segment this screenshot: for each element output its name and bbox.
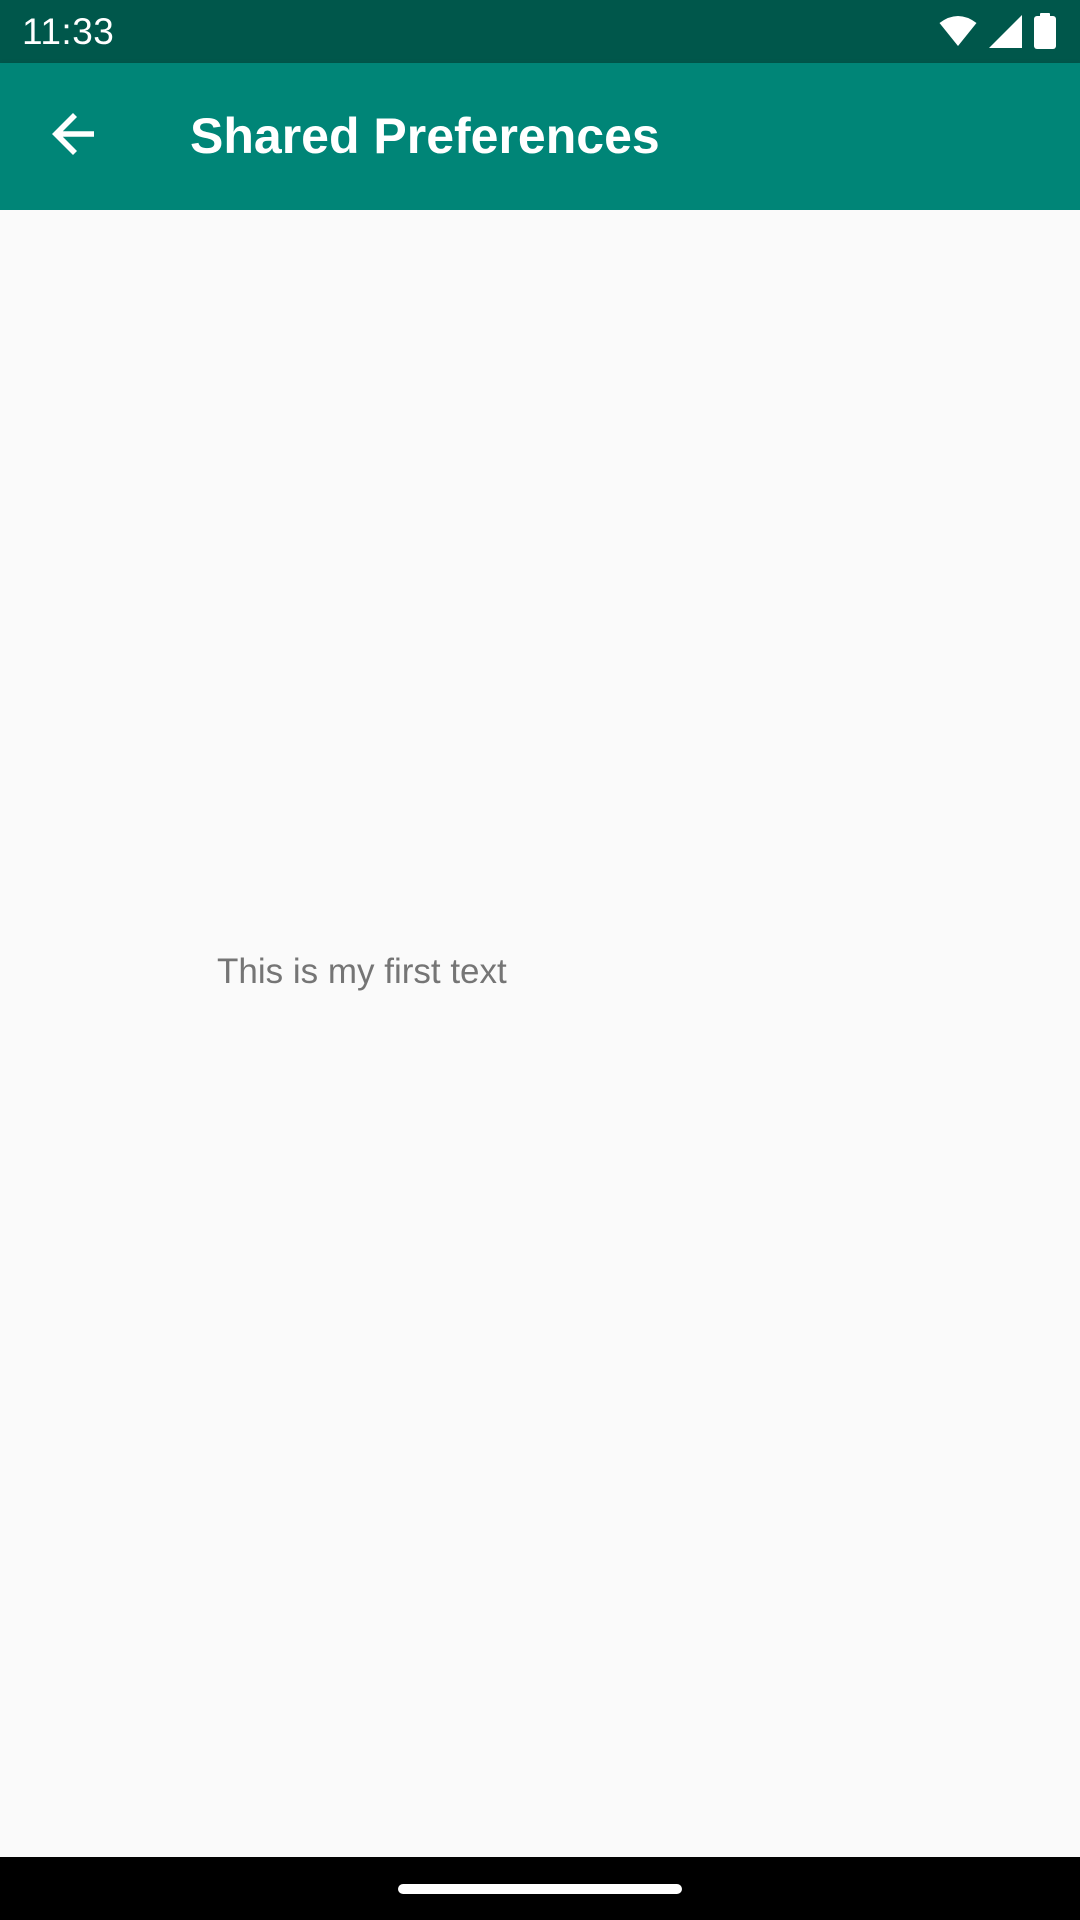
status-time: 11:33 (22, 11, 115, 52)
back-button[interactable] (33, 96, 114, 177)
status-bar: 11:33 (0, 0, 1080, 63)
home-gesture-handle[interactable] (398, 1884, 682, 1894)
screen: 11:33 Shared Preferences This is my firs… (0, 0, 1080, 1920)
app-bar: Shared Preferences (0, 63, 1080, 210)
arrow-back-icon (51, 112, 96, 161)
battery-icon (1034, 13, 1056, 49)
cellular-signal-icon (989, 14, 1022, 48)
navigation-bar (0, 1857, 1080, 1920)
status-icons (939, 13, 1056, 49)
first-text-view: This is my first text (217, 952, 507, 991)
wifi-icon (939, 15, 977, 47)
content-area: This is my first text (0, 210, 1080, 1857)
app-title: Shared Preferences (190, 108, 660, 164)
